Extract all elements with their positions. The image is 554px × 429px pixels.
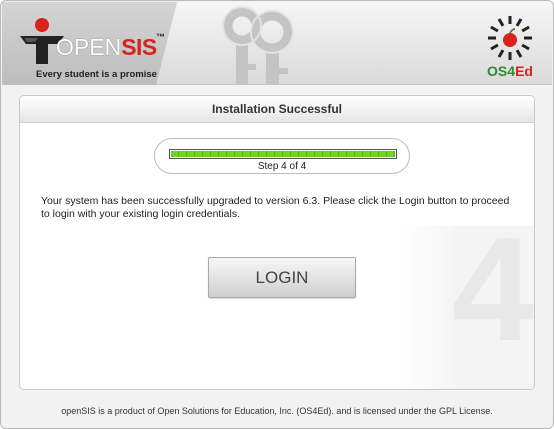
brand-name: OPENSIS	[56, 34, 157, 60]
brand-tagline: Every student is a promise	[36, 69, 157, 80]
progress-label: Step 4 of 4	[257, 161, 307, 172]
footer-text: openSIS is a product of Open Solutions f…	[61, 406, 439, 416]
gpl-license-link[interactable]: GPL License	[439, 406, 490, 416]
upgrade-message: Your system has been successfully upgrad…	[41, 195, 510, 220]
installer-window: OPENSIS ™ Every student is a promise OS4…	[0, 0, 554, 429]
header: OPENSIS ™ Every student is a promise OS4…	[2, 2, 552, 85]
progress-indicator: Step 4 of 4	[154, 138, 410, 174]
opensis-logo: OPENSIS ™ Every student is a promise	[18, 16, 178, 80]
footer: openSIS is a product of Open Solutions f…	[2, 399, 552, 423]
panel-title: Installation Successful	[20, 96, 534, 123]
os4ed-logo: OS4Ed	[480, 14, 540, 82]
installation-panel: Installation Successful 4 Step 4 of 4 Yo…	[19, 95, 535, 390]
keys-icon	[222, 6, 294, 85]
os4ed-wordmark: OS4Ed	[487, 63, 533, 79]
footer-period: .	[490, 406, 493, 416]
progress-bar-fill	[171, 151, 395, 157]
step-number: 4	[451, 207, 534, 372]
step-watermark: 4	[404, 216, 534, 389]
trademark-symbol: ™	[156, 32, 165, 42]
progress-bar	[169, 149, 397, 159]
login-button[interactable]: LOGIN	[208, 257, 356, 298]
apple-burst-icon	[488, 16, 532, 60]
